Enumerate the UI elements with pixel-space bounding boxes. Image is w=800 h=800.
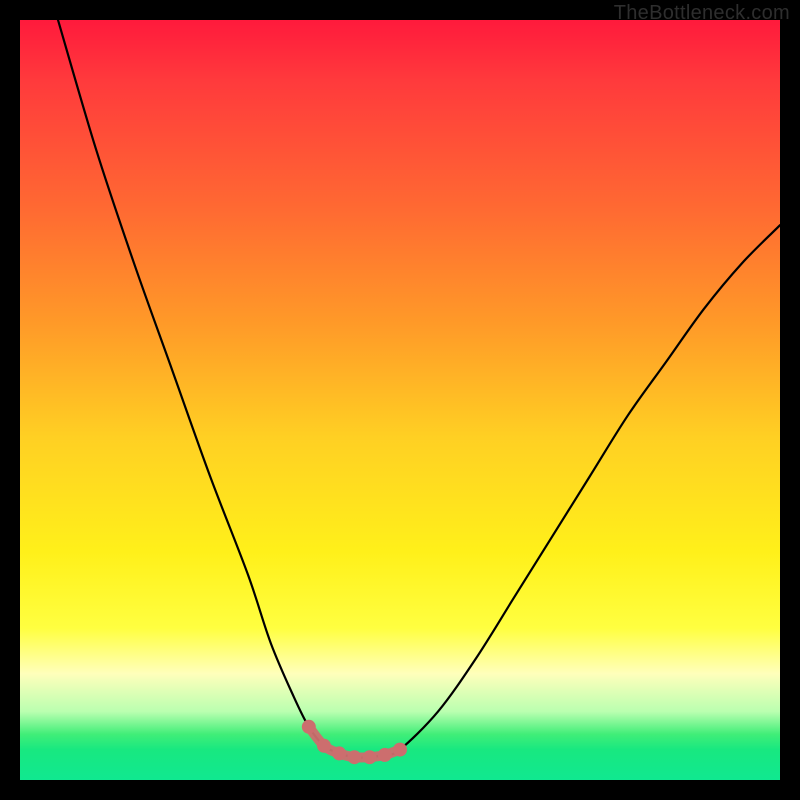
highlighted-range-dot xyxy=(378,748,392,762)
watermark-text: TheBottleneck.com xyxy=(614,2,790,25)
highlighted-range-dot xyxy=(347,750,361,764)
highlighted-range-dot xyxy=(302,720,316,734)
chart-svg xyxy=(20,20,780,780)
highlighted-range-dot xyxy=(393,743,407,757)
highlighted-range-dot xyxy=(363,750,377,764)
highlighted-range-dot xyxy=(317,739,331,753)
chart-plot-area xyxy=(20,20,780,780)
highlighted-range-dot xyxy=(332,746,346,760)
bottleneck-curve-line xyxy=(58,20,780,758)
